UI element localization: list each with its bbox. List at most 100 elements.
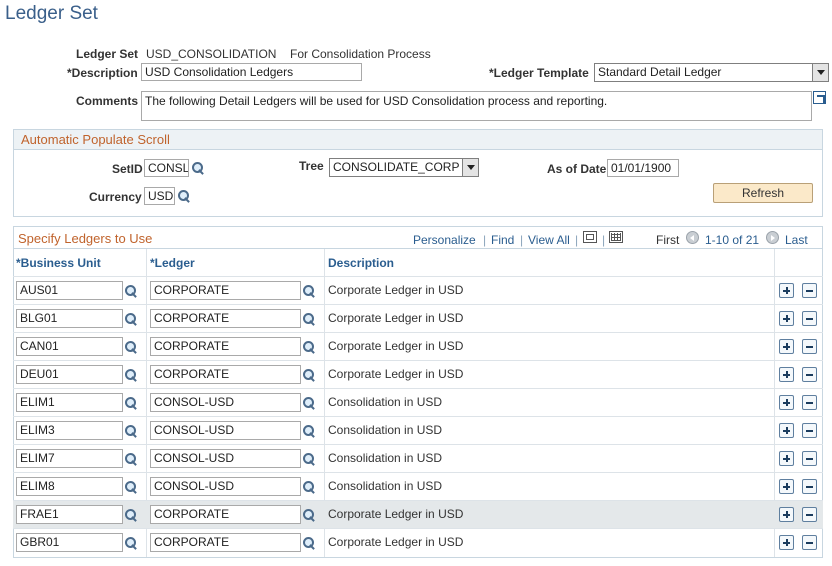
table-row: BLG01 CORPORATE Corporate Ledger in USD bbox=[13, 304, 823, 332]
column-header-description[interactable]: Description bbox=[328, 256, 394, 270]
table-row: ELIM8 CONSOL-USD Consolidation in USD bbox=[13, 472, 823, 500]
business-unit-input[interactable]: DEU01 bbox=[16, 365, 123, 384]
row-description: Corporate Ledger in USD bbox=[328, 535, 464, 549]
ledger-lookup-icon[interactable] bbox=[302, 508, 316, 522]
ledger-input[interactable]: CORPORATE bbox=[150, 337, 301, 356]
business-unit-input[interactable]: ELIM8 bbox=[16, 477, 123, 496]
delete-row-icon[interactable] bbox=[802, 479, 817, 494]
add-row-icon[interactable] bbox=[779, 367, 794, 382]
delete-row-icon[interactable] bbox=[802, 395, 817, 410]
personalize-link[interactable]: Personalize bbox=[413, 233, 476, 247]
delete-row-icon[interactable] bbox=[802, 339, 817, 354]
zoom-icon[interactable] bbox=[583, 231, 597, 243]
business-unit-lookup-icon[interactable] bbox=[124, 396, 138, 410]
ledger-input[interactable]: CONSOL-USD bbox=[150, 449, 301, 468]
ledger-lookup-icon[interactable] bbox=[302, 536, 316, 550]
expand-comments-icon[interactable] bbox=[813, 91, 826, 104]
download-grid-icon[interactable] bbox=[609, 231, 623, 243]
table-row: CAN01 CORPORATE Corporate Ledger in USD bbox=[13, 332, 823, 360]
business-unit-lookup-icon[interactable] bbox=[124, 536, 138, 550]
business-unit-lookup-icon[interactable] bbox=[124, 508, 138, 522]
delete-row-icon[interactable] bbox=[802, 311, 817, 326]
delete-row-icon[interactable] bbox=[802, 451, 817, 466]
add-row-icon[interactable] bbox=[779, 311, 794, 326]
ledger-input[interactable]: CONSOL-USD bbox=[150, 477, 301, 496]
add-row-icon[interactable] bbox=[779, 535, 794, 550]
description-input[interactable]: USD Consolidation Ledgers bbox=[141, 63, 362, 81]
ledger-input[interactable]: CORPORATE bbox=[150, 281, 301, 300]
business-unit-lookup-icon[interactable] bbox=[124, 312, 138, 326]
ledger-input[interactable]: CONSOL-USD bbox=[150, 421, 301, 440]
table-row: FRAE1 CORPORATE Corporate Ledger in USD bbox=[13, 500, 823, 528]
business-unit-lookup-icon[interactable] bbox=[124, 452, 138, 466]
add-row-icon[interactable] bbox=[779, 395, 794, 410]
ledger-template-label: *Ledger Template bbox=[489, 66, 589, 80]
ledger-lookup-icon[interactable] bbox=[302, 452, 316, 466]
ledger-input[interactable]: CORPORATE bbox=[150, 309, 301, 328]
business-unit-input[interactable]: BLG01 bbox=[16, 309, 123, 328]
ledger-lookup-icon[interactable] bbox=[302, 396, 316, 410]
ledger-lookup-icon[interactable] bbox=[302, 368, 316, 382]
add-row-icon[interactable] bbox=[779, 507, 794, 522]
business-unit-input[interactable]: ELIM3 bbox=[16, 421, 123, 440]
delete-row-icon[interactable] bbox=[802, 507, 817, 522]
currency-input[interactable]: USD bbox=[144, 187, 175, 205]
business-unit-lookup-icon[interactable] bbox=[124, 284, 138, 298]
setid-lookup-icon[interactable] bbox=[191, 161, 205, 175]
business-unit-lookup-icon[interactable] bbox=[124, 424, 138, 438]
tree-select[interactable]: CONSOLIDATE_CORP bbox=[329, 158, 479, 177]
add-row-icon[interactable] bbox=[779, 339, 794, 354]
delete-row-icon[interactable] bbox=[802, 423, 817, 438]
ledger-lookup-icon[interactable] bbox=[302, 340, 316, 354]
ledger-lookup-icon[interactable] bbox=[302, 424, 316, 438]
ledger-template-select[interactable]: Standard Detail Ledger bbox=[594, 63, 829, 82]
row-description: Consolidation in USD bbox=[328, 423, 443, 437]
ledger-input[interactable]: CORPORATE bbox=[150, 533, 301, 552]
add-row-icon[interactable] bbox=[779, 451, 794, 466]
business-unit-lookup-icon[interactable] bbox=[124, 340, 138, 354]
view-all-link[interactable]: View All bbox=[528, 233, 570, 247]
add-row-icon[interactable] bbox=[779, 283, 794, 298]
business-unit-input[interactable]: AUS01 bbox=[16, 281, 123, 300]
column-header-ledger[interactable]: *Ledger bbox=[150, 256, 195, 270]
column-header-business-unit[interactable]: *Business Unit bbox=[16, 256, 101, 270]
delete-row-icon[interactable] bbox=[802, 283, 817, 298]
ledger-lookup-icon[interactable] bbox=[302, 480, 316, 494]
first-label: First bbox=[656, 233, 680, 247]
next-icon[interactable] bbox=[766, 231, 779, 244]
business-unit-input[interactable]: ELIM7 bbox=[16, 449, 123, 468]
business-unit-input[interactable]: ELIM1 bbox=[16, 393, 123, 412]
business-unit-lookup-icon[interactable] bbox=[124, 368, 138, 382]
business-unit-lookup-icon[interactable] bbox=[124, 480, 138, 494]
ledger-input[interactable]: CORPORATE bbox=[150, 365, 301, 384]
delete-row-icon[interactable] bbox=[802, 535, 817, 550]
ledger-input[interactable]: CONSOL-USD bbox=[150, 393, 301, 412]
business-unit-input[interactable]: GBR01 bbox=[16, 533, 123, 552]
table-row: ELIM1 CONSOL-USD Consolidation in USD bbox=[13, 388, 823, 416]
delete-row-icon[interactable] bbox=[802, 367, 817, 382]
row-description: Corporate Ledger in USD bbox=[328, 367, 464, 381]
range-text: 1-10 of 21 bbox=[705, 233, 760, 247]
find-link[interactable]: Find bbox=[491, 233, 514, 247]
ledger-lookup-icon[interactable] bbox=[302, 284, 316, 298]
last-link[interactable]: Last bbox=[785, 233, 808, 247]
add-row-icon[interactable] bbox=[779, 423, 794, 438]
add-row-icon[interactable] bbox=[779, 479, 794, 494]
chevron-down-icon[interactable] bbox=[462, 159, 478, 176]
ledger-lookup-icon[interactable] bbox=[302, 312, 316, 326]
business-unit-input[interactable]: FRAE1 bbox=[16, 505, 123, 524]
comments-textarea[interactable]: The following Detail Ledgers will be use… bbox=[141, 91, 812, 121]
as-of-date-input[interactable]: 01/01/1900 bbox=[607, 159, 679, 177]
setid-input[interactable]: CONSL bbox=[144, 159, 189, 177]
row-description: Corporate Ledger in USD bbox=[328, 507, 464, 521]
table-row: AUS01 CORPORATE Corporate Ledger in USD bbox=[13, 276, 823, 304]
currency-lookup-icon[interactable] bbox=[177, 189, 191, 203]
refresh-button[interactable]: Refresh bbox=[713, 183, 813, 203]
as-of-date-label: As of Date bbox=[547, 162, 607, 176]
chevron-down-icon[interactable] bbox=[812, 64, 828, 81]
business-unit-input[interactable]: CAN01 bbox=[16, 337, 123, 356]
row-description: Corporate Ledger in USD bbox=[328, 339, 464, 353]
ledger-input[interactable]: CORPORATE bbox=[150, 505, 301, 524]
previous-icon[interactable] bbox=[686, 231, 699, 244]
ledger-set-label: Ledger Set bbox=[76, 47, 139, 61]
